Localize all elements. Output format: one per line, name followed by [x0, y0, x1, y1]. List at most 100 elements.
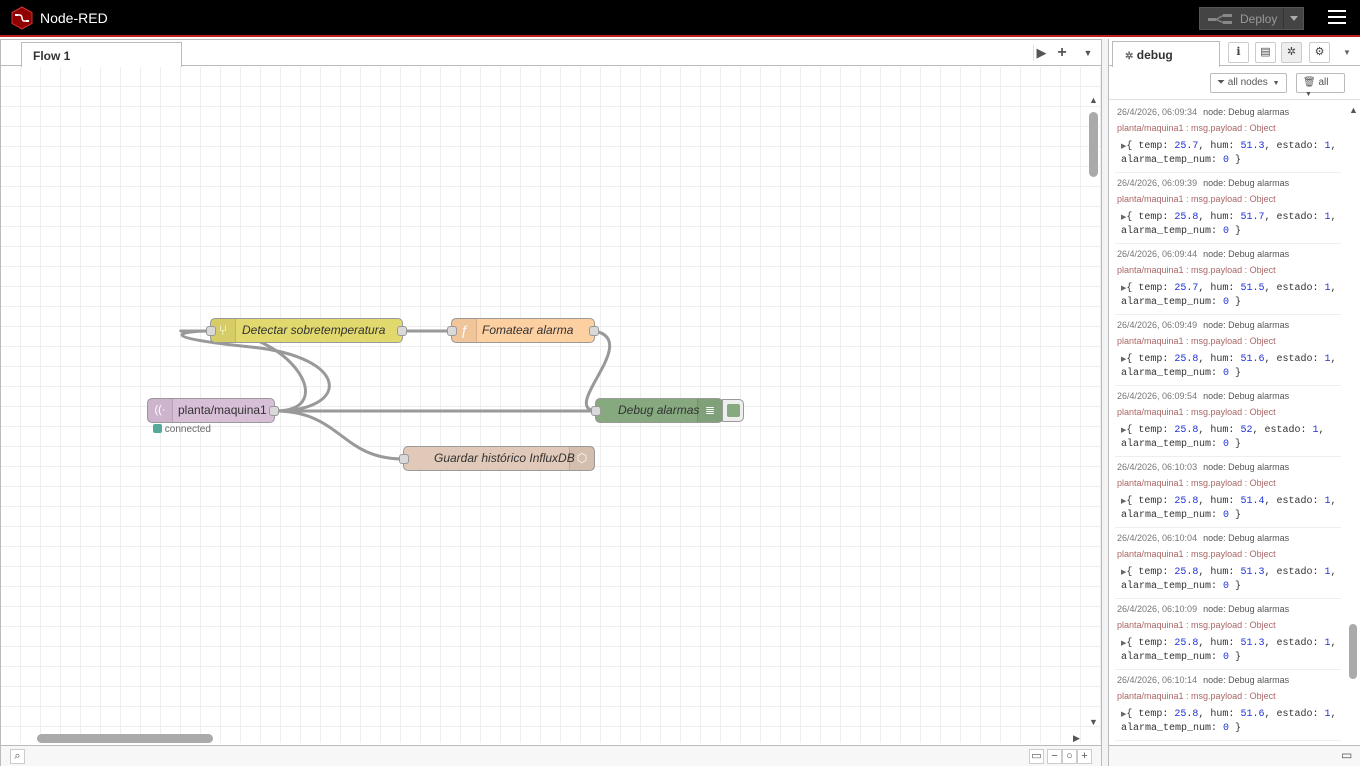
filter-nodes-dropdown[interactable]: ⏷ all nodes ▼	[1210, 73, 1287, 93]
node-function[interactable]: ƒ Fomatear alarma	[447, 318, 599, 343]
message-time: 26/4/2026, 06:09:34	[1117, 107, 1198, 117]
message-meta: 26/4/2026, 06:09:49 node: Debug alarmas	[1117, 320, 1339, 330]
message-meta: 26/4/2026, 06:10:09 node: Debug alarmas	[1117, 604, 1339, 614]
node-red-logo-icon	[11, 6, 33, 30]
message-node[interactable]: node: Debug alarmas	[1203, 249, 1289, 259]
expand-caret-icon[interactable]: ▶	[1121, 214, 1126, 222]
message-topic: planta/maquina1 : msg.payload : Object	[1117, 620, 1276, 630]
help-book-icon[interactable]: ▤	[1255, 42, 1276, 63]
message-time: 26/4/2026, 06:09:39	[1117, 178, 1198, 188]
workspace: Flow 1 ▶ + ▼ ⑂ Detectar sobretemperatura…	[0, 39, 1102, 766]
message-time: 26/4/2026, 06:10:03	[1117, 462, 1198, 472]
output-port[interactable]	[397, 326, 407, 336]
scroll-right-icon[interactable]: ▶	[1073, 733, 1080, 743]
search-icon[interactable]: ⌕	[10, 749, 25, 764]
deploy-dropdown-icon[interactable]	[1283, 8, 1304, 29]
debug-message[interactable]: 26/4/2026, 06:09:34 node: Debug alarmas pl…	[1115, 102, 1341, 173]
input-port[interactable]	[399, 454, 409, 464]
message-node[interactable]: node: Debug alarmas	[1203, 391, 1289, 401]
deploy-button[interactable]: Deploy	[1199, 7, 1304, 30]
debug-toolbar: ⏷ all nodes ▼ 🗑 all ▼	[1109, 67, 1360, 100]
message-node[interactable]: node: Debug alarmas	[1203, 178, 1289, 188]
wire-mqtt-to-influx	[274, 409, 404, 461]
navigator-map-icon[interactable]: ▭	[1029, 749, 1044, 764]
zoom-out-icon[interactable]: −	[1047, 749, 1062, 764]
expand-caret-icon[interactable]: ▶	[1121, 143, 1126, 151]
zoom-reset-icon[interactable]: ○	[1062, 749, 1077, 764]
scroll-tabs-right-icon[interactable]: ▶	[1033, 45, 1049, 61]
debug-message[interactable]: 26/4/2026, 06:10:03 node: Debug alarmas pl…	[1115, 457, 1341, 528]
expand-caret-icon[interactable]: ▶	[1121, 498, 1126, 506]
output-port[interactable]	[589, 326, 599, 336]
node-switch[interactable]: ⑂ Detectar sobretemperatura	[206, 318, 407, 343]
message-meta: 26/4/2026, 06:09:44 node: Debug alarmas	[1117, 249, 1339, 259]
input-port[interactable]	[447, 326, 457, 336]
expand-caret-icon[interactable]: ▶	[1121, 569, 1126, 577]
scroll-down-icon[interactable]: ▼	[1089, 717, 1098, 727]
message-payload[interactable]: ▶{ temp: 25.8, hum: 51.7, estado: 1, alar…	[1117, 211, 1339, 238]
message-node[interactable]: node: Debug alarmas	[1203, 604, 1289, 614]
expand-caret-icon[interactable]: ▶	[1121, 711, 1126, 719]
message-payload[interactable]: ▶{ temp: 25.7, hum: 51.5, estado: 1, alar…	[1117, 282, 1339, 309]
message-payload[interactable]: ▶{ temp: 25.8, hum: 51.3, estado: 1, alar…	[1117, 566, 1339, 593]
node-debug-label: Debug alarmas	[618, 403, 700, 417]
scroll-up-icon[interactable]: ▲	[1089, 95, 1098, 105]
message-payload[interactable]: ▶{ temp: 25.8, hum: 52, estado: 1, alarma…	[1117, 424, 1339, 451]
debug-message[interactable]: 26/4/2026, 06:10:04 node: Debug alarmas pl…	[1115, 528, 1341, 599]
debug-message[interactable]: 26/4/2026, 06:10:14 node: Debug alarmas pl…	[1115, 670, 1341, 741]
expand-caret-icon[interactable]: ▶	[1121, 356, 1126, 364]
info-icon[interactable]: ℹ	[1228, 42, 1249, 63]
expand-caret-icon[interactable]: ▶	[1121, 640, 1126, 648]
expand-caret-icon[interactable]: ▶	[1121, 285, 1126, 293]
debug-message[interactable]: 26/4/2026, 06:09:49 node: Debug alarmas pl…	[1115, 315, 1341, 386]
canvas-vertical-scrollbar[interactable]	[1089, 112, 1098, 177]
sidebar-tabs-dropdown-icon[interactable]: ▼	[1343, 48, 1351, 57]
node-debug[interactable]: Debug alarmas ≣	[591, 398, 723, 423]
canvas-horizontal-scrollbar[interactable]	[37, 734, 213, 743]
sidebar-footer: ▭	[1109, 745, 1360, 766]
main-menu-button[interactable]	[1328, 10, 1346, 26]
debug-message[interactable]: 26/4/2026, 06:10:09 node: Debug alarmas pl…	[1115, 599, 1341, 670]
debug-message[interactable]: 26/4/2026, 06:09:44 node: Debug alarmas pl…	[1115, 244, 1341, 315]
node-function-label: Fomatear alarma	[482, 323, 574, 337]
debug-toggle-button[interactable]	[722, 399, 744, 422]
message-meta: 26/4/2026, 06:09:39 node: Debug alarmas	[1117, 178, 1339, 188]
message-node[interactable]: node: Debug alarmas	[1203, 462, 1289, 472]
message-node[interactable]: node: Debug alarmas	[1203, 675, 1289, 685]
message-time: 26/4/2026, 06:10:14	[1117, 675, 1198, 685]
message-node[interactable]: node: Debug alarmas	[1203, 107, 1289, 117]
debug-message[interactable]: 26/4/2026, 06:09:39 node: Debug alarmas pl…	[1115, 173, 1341, 244]
message-payload[interactable]: ▶{ temp: 25.8, hum: 51.6, estado: 1, alar…	[1117, 353, 1339, 380]
debug-bug-icon[interactable]: ✲	[1281, 42, 1302, 63]
monitor-icon[interactable]: ▭	[1341, 748, 1352, 762]
tab-flow-1[interactable]: Flow 1	[21, 42, 182, 67]
flow-list-dropdown-icon[interactable]: ▼	[1080, 45, 1096, 61]
scroll-up-icon[interactable]: ▲	[1349, 105, 1358, 115]
message-payload[interactable]: ▶{ temp: 25.8, hum: 51.3, estado: 1, alar…	[1117, 637, 1339, 664]
message-meta: 26/4/2026, 06:09:54 node: Debug alarmas	[1117, 391, 1339, 401]
expand-caret-icon[interactable]: ▶	[1121, 427, 1126, 435]
debug-scrollbar[interactable]	[1349, 624, 1357, 679]
add-flow-icon[interactable]: +	[1054, 45, 1070, 61]
config-gear-icon[interactable]: ⚙	[1309, 42, 1330, 63]
node-status: connected	[153, 424, 211, 435]
input-port[interactable]	[591, 406, 601, 416]
output-port[interactable]	[269, 406, 279, 416]
message-payload[interactable]: ▶{ temp: 25.8, hum: 51.4, estado: 1, alar…	[1117, 495, 1339, 522]
bug-icon: ✲	[1125, 51, 1134, 62]
message-node[interactable]: node: Debug alarmas	[1203, 320, 1289, 330]
input-port[interactable]	[206, 326, 216, 336]
debug-message[interactable]: 26/4/2026, 06:09:54 node: Debug alarmas pl…	[1115, 386, 1341, 457]
filter-icon: ⏷	[1217, 77, 1225, 88]
node-influxdb[interactable]: Guardar histórico InfluxDB ⬡	[399, 446, 595, 471]
message-payload[interactable]: ▶{ temp: 25.7, hum: 51.3, estado: 1, alar…	[1117, 140, 1339, 167]
debug-message-list[interactable]: 26/4/2026, 06:09:34 node: Debug alarmas pl…	[1115, 102, 1341, 742]
zoom-in-icon[interactable]: +	[1077, 749, 1092, 764]
flow-canvas[interactable]: ⑂ Detectar sobretemperatura ƒ Fomatear a…	[1, 67, 1101, 743]
tab-debug[interactable]: ✲ debug	[1112, 41, 1220, 67]
message-payload[interactable]: ▶{ temp: 25.8, hum: 51.6, estado: 1, alar…	[1117, 708, 1339, 735]
header-bar: Node-RED Deploy	[0, 0, 1360, 37]
message-node[interactable]: node: Debug alarmas	[1203, 533, 1289, 543]
node-mqtt-in[interactable]: ((· planta/maquina1	[147, 398, 279, 423]
clear-messages-dropdown[interactable]: 🗑 all ▼	[1296, 73, 1345, 98]
